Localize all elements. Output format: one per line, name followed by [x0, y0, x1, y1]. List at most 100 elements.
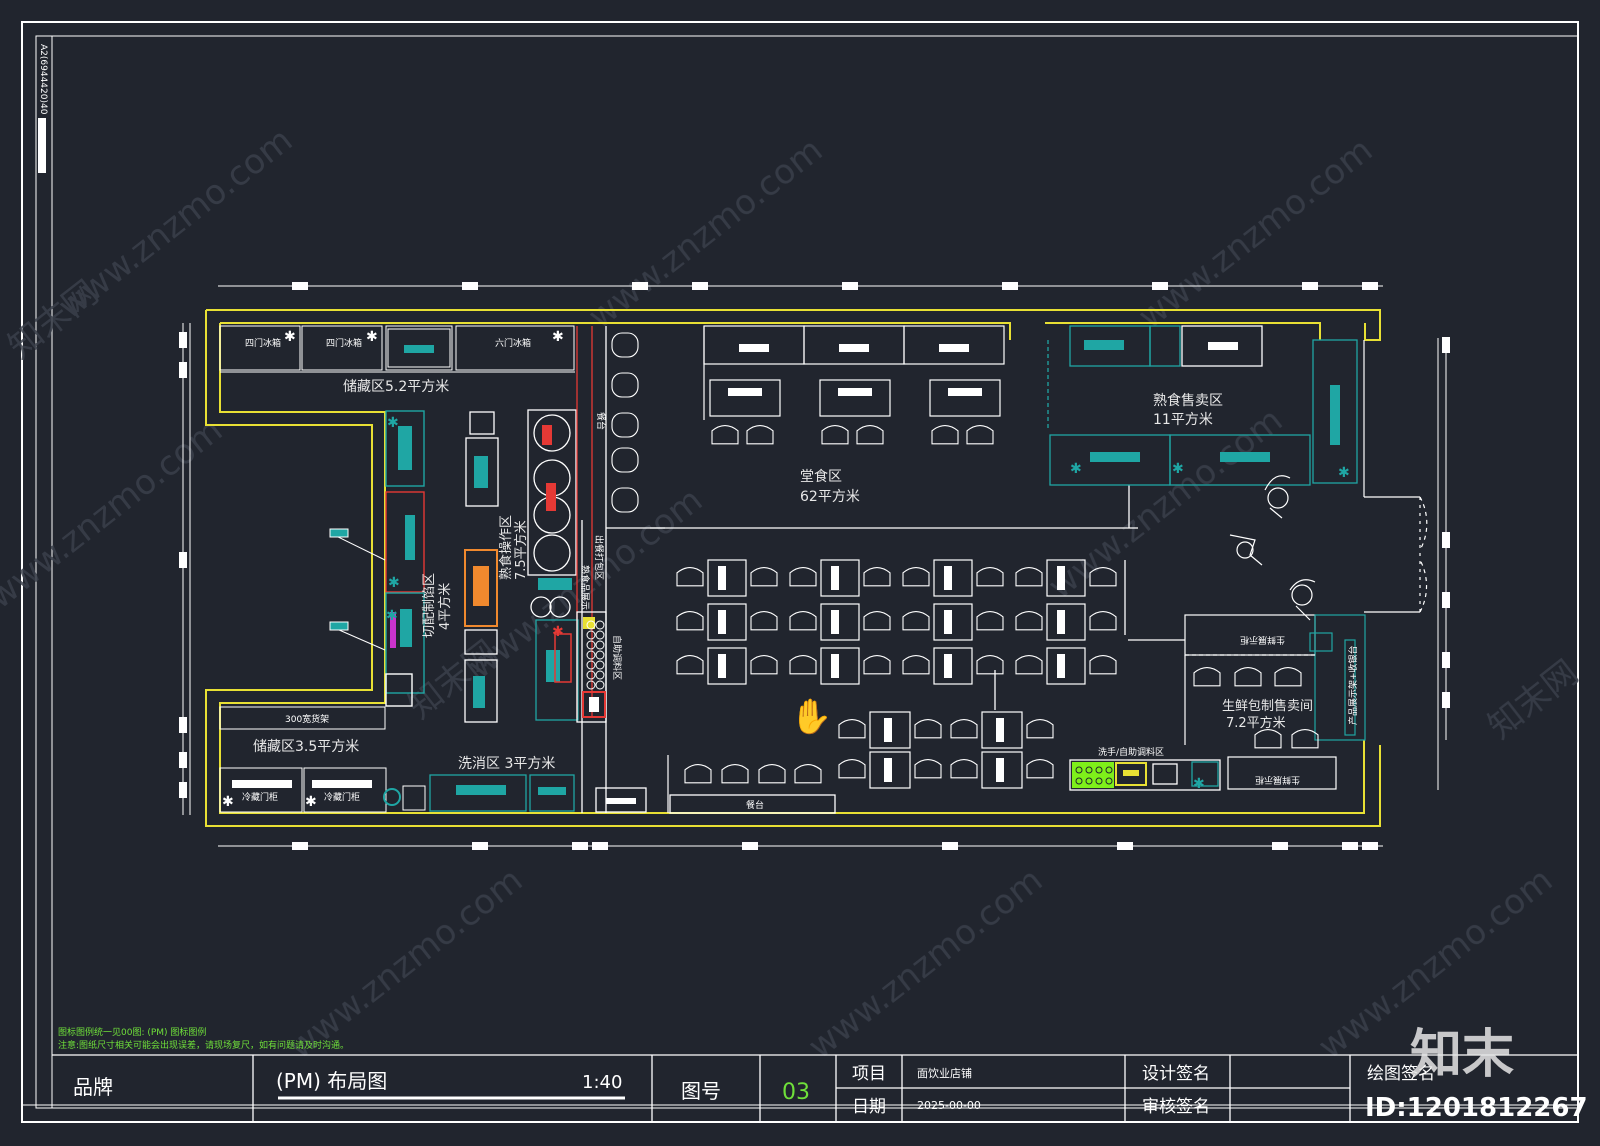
table-top — [884, 718, 892, 742]
chair — [931, 425, 959, 445]
chair — [863, 567, 891, 587]
pot — [595, 630, 605, 640]
snowflake-icon: ✱ — [386, 608, 398, 624]
chair — [758, 764, 786, 784]
zone-label-cooked-sale: 熟食售卖区 — [1153, 392, 1223, 409]
snowflake-icon: ✱ — [388, 575, 400, 591]
chair — [902, 567, 930, 587]
dimension-tick — [472, 842, 488, 850]
chair — [750, 611, 778, 631]
table-top — [831, 566, 839, 590]
zone-label-cut-prep-area: 4平方米 — [437, 583, 453, 630]
dimension-tick — [742, 842, 758, 850]
bar-stool — [611, 412, 639, 438]
dining-table — [819, 379, 891, 417]
zone-label-cooked-sale-area: 11平方米 — [1153, 412, 1213, 428]
dimension-tick — [1272, 842, 1288, 850]
table-top — [718, 610, 726, 634]
label-cooked-display: 熟食品展示 — [579, 565, 591, 610]
dining-table — [1046, 603, 1086, 641]
table-top — [831, 610, 839, 634]
chair — [794, 764, 822, 784]
dimension-tick — [179, 362, 187, 378]
bar-stool — [611, 372, 639, 398]
snowflake-icon: ✱ — [387, 415, 399, 431]
table-top — [728, 388, 762, 396]
watermark-text: www.znzmo.com — [1131, 130, 1380, 337]
table-top — [996, 718, 1004, 742]
cut-prep-equipment — [385, 410, 425, 707]
hand-cursor-icon: ✋ — [790, 697, 832, 737]
dining-table — [820, 647, 860, 685]
chair — [676, 611, 704, 631]
dimension-tick — [179, 752, 187, 768]
pot — [586, 630, 596, 640]
chair — [711, 425, 739, 445]
fridge-four-door-1: 四门冰箱 — [245, 337, 281, 349]
snowflake-icon: ✱ — [552, 624, 564, 640]
wall-outlets — [329, 528, 386, 651]
sink-icon — [404, 345, 434, 353]
table-top — [1057, 566, 1065, 590]
pot — [586, 680, 596, 690]
booth-seating-top — [703, 325, 1005, 445]
zone-label-dining-area: 62平方米 — [800, 489, 860, 505]
dimension-tick — [1362, 282, 1378, 290]
dimension-tick — [692, 282, 708, 290]
dining-table — [820, 559, 860, 597]
dining-table — [933, 603, 973, 641]
dimension-tick — [572, 842, 588, 850]
watermark-layer: 知末网 www.znzmo.com www.znzmo.com www.znzm… — [0, 120, 1586, 1067]
chair — [902, 611, 930, 631]
title-date-label: 日期 — [852, 1097, 886, 1117]
label-pack-area: 出餐打包区 — [593, 535, 605, 580]
watermark-text: 知末网 — [1481, 653, 1586, 747]
chair — [789, 567, 817, 587]
snowflake-icon: ✱ — [552, 329, 564, 345]
zone-label-storage-bottom: 储藏区3.5平方米 — [253, 739, 359, 755]
snowflake-icon: ✱ — [1338, 465, 1350, 481]
chair — [1026, 719, 1054, 739]
zone-label-dining: 堂食区 — [800, 468, 842, 485]
zone-label-fresh-pack-area: 7.2平方米 — [1226, 715, 1286, 731]
pot — [586, 650, 596, 660]
dimension-tick — [1442, 592, 1450, 608]
chair — [1015, 567, 1043, 587]
chair — [1234, 667, 1262, 687]
chair — [676, 567, 704, 587]
bar-stool — [611, 447, 639, 473]
watermark-text: www.znzmo.com — [51, 120, 300, 327]
chair — [976, 611, 1004, 631]
pot — [595, 660, 605, 670]
dimension-tick — [179, 782, 187, 798]
dining-table — [707, 603, 747, 641]
label-cabinet-2: 冷藏门柜 — [324, 791, 360, 803]
watermark-text: www.znzmo.com — [0, 410, 230, 617]
dining-table — [929, 379, 1001, 417]
fridge-four-door-2: 四门冰箱 — [326, 337, 362, 349]
watermark-id: ID:1201812267 — [1365, 1093, 1588, 1123]
chair — [676, 655, 704, 675]
zone-label-fresh-pack: 生鲜包制售卖间 — [1222, 698, 1313, 714]
chair — [863, 655, 891, 675]
booth-table — [939, 344, 969, 352]
booth-table — [739, 344, 769, 352]
pot — [586, 640, 596, 650]
chair — [789, 655, 817, 675]
chair — [1089, 655, 1117, 675]
zone-label-cooked-make-area: 7.5平方米 — [513, 520, 529, 580]
chair — [1193, 667, 1221, 687]
dimension-tick — [632, 282, 648, 290]
dimension-tick — [1117, 842, 1133, 850]
table-top — [838, 388, 872, 396]
watermark-text: www.znzmo.com — [1041, 400, 1290, 607]
title-project-label: 项目 — [852, 1064, 886, 1084]
title-design-sign: 设计签名 — [1142, 1064, 1210, 1084]
zone-label-cooked-make: 熟食操作区 — [498, 515, 514, 580]
zone-label-cut-prep: 切配制馅区 — [422, 573, 437, 638]
note-line-2: 注意:图纸尺寸相关可能会出现误差，请现场复尺，如有问题请及时沟通。 — [58, 1039, 349, 1051]
label-wash-hand: 洗手/自助调料区 — [1098, 746, 1164, 758]
label-counter-vertical: 餐台 — [595, 412, 607, 430]
chair — [976, 655, 1004, 675]
label-counter: 餐台 — [746, 799, 764, 811]
